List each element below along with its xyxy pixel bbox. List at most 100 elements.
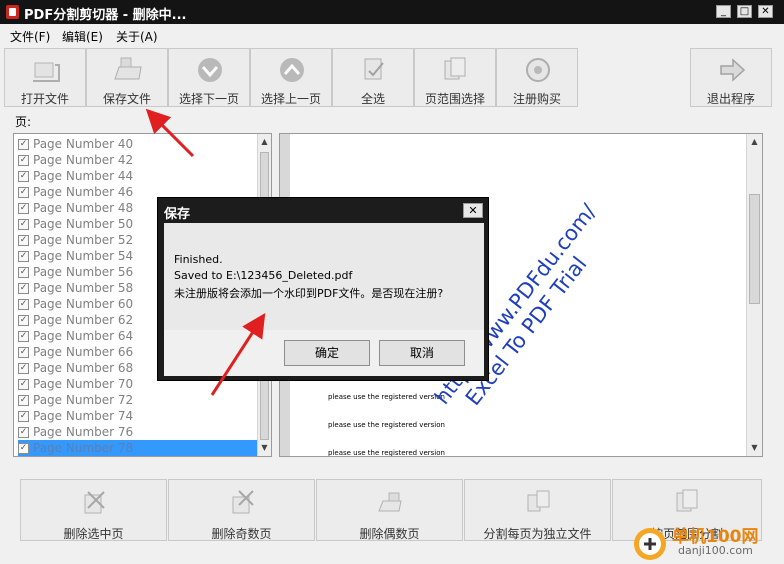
page-list-item[interactable]: ✓ Page Number 74 bbox=[18, 408, 258, 424]
page-checkbox[interactable]: ✓ bbox=[18, 411, 29, 422]
exit-button[interactable]: 退出程序 bbox=[690, 48, 772, 107]
page-list-item[interactable]: ✓ Page Number 78 bbox=[18, 440, 258, 456]
app-icon bbox=[6, 5, 19, 19]
page-list-item-label: Page Number 48 bbox=[33, 201, 134, 215]
page-range-button[interactable]: 页范围选择 bbox=[414, 48, 496, 107]
page-list-item-label: Page Number 70 bbox=[33, 377, 134, 391]
dialog-title: 保存 bbox=[164, 207, 191, 222]
select-next-page-label: 选择下一页 bbox=[178, 92, 239, 106]
register-icon bbox=[526, 58, 550, 82]
dialog-body: Finished. Saved to E:\123456_Deleted.pdf… bbox=[164, 223, 484, 376]
open-file-icon bbox=[33, 62, 60, 82]
page-list-item-label: Page Number 54 bbox=[33, 249, 134, 263]
preview-scrollbar[interactable]: ▲ ▼ bbox=[746, 134, 762, 456]
register-button[interactable]: 注册购买 bbox=[496, 48, 578, 107]
page-list-item-label: Page Number 46 bbox=[33, 185, 134, 199]
page-checkbox[interactable]: ✓ bbox=[18, 235, 29, 246]
select-all-label: 全选 bbox=[360, 92, 385, 106]
page-list-item-label: Page Number 64 bbox=[33, 329, 134, 343]
page-checkbox[interactable]: ✓ bbox=[18, 427, 29, 438]
page-list-item-label: Page Number 62 bbox=[33, 313, 134, 327]
window-title: PDF分割剪切器 - 删除中... bbox=[24, 8, 187, 23]
page-checkbox[interactable]: ✓ bbox=[18, 395, 29, 406]
page-checkbox[interactable]: ✓ bbox=[18, 347, 29, 358]
page-list-item-label: Page Number 44 bbox=[33, 169, 134, 183]
scroll-up-icon[interactable]: ▲ bbox=[258, 134, 271, 150]
page-checkbox[interactable]: ✓ bbox=[18, 283, 29, 294]
page-list-item-label: Page Number 68 bbox=[33, 361, 134, 375]
delete-selected-label: 删除选中页 bbox=[63, 527, 124, 541]
select-all-icon bbox=[364, 58, 384, 80]
menu-edit[interactable]: 编辑(E) bbox=[62, 28, 103, 45]
preview-scroll-thumb[interactable] bbox=[749, 194, 760, 304]
page-checkbox[interactable]: ✓ bbox=[18, 331, 29, 342]
scroll-down-icon[interactable]: ▼ bbox=[258, 440, 271, 456]
page-list-item-label: Page Number 74 bbox=[33, 409, 134, 423]
page-list-item[interactable]: ✓ Page Number 44 bbox=[18, 168, 258, 184]
page-list-item-label: Page Number 60 bbox=[33, 297, 134, 311]
page-list-item[interactable]: ✓ Page Number 42 bbox=[18, 152, 258, 168]
page-list-item[interactable]: ✓ Page Number 76 bbox=[18, 424, 258, 440]
delete-odd-icon bbox=[232, 490, 254, 514]
page-checkbox[interactable]: ✓ bbox=[18, 251, 29, 262]
page-checkbox[interactable]: ✓ bbox=[18, 315, 29, 326]
save-file-button[interactable]: 保存文件 bbox=[86, 48, 168, 107]
page-checkbox[interactable]: ✓ bbox=[18, 187, 29, 198]
delete-odd-button[interactable]: 删除奇数页 bbox=[168, 479, 315, 541]
page-list-item[interactable]: ✓ Page Number 40 bbox=[18, 136, 258, 152]
split-range-icon bbox=[676, 489, 698, 512]
register-notice: please use the registered version bbox=[328, 449, 445, 457]
close-window-button[interactable]: ✕ bbox=[758, 5, 773, 18]
ok-button[interactable]: 确定 bbox=[284, 340, 370, 366]
site-logo-icon bbox=[634, 528, 666, 560]
register-label: 注册购买 bbox=[512, 92, 561, 106]
page-list-item-label: Page Number 76 bbox=[33, 425, 134, 439]
open-file-button[interactable]: 打开文件 bbox=[4, 48, 86, 107]
preview-scroll-up-icon[interactable]: ▲ bbox=[747, 134, 762, 150]
page-list-item-label: Page Number 42 bbox=[33, 153, 134, 167]
page-checkbox[interactable]: ✓ bbox=[18, 267, 29, 278]
page-list-item-label: Page Number 78 bbox=[33, 441, 134, 455]
preview-scroll-down-icon[interactable]: ▼ bbox=[747, 440, 762, 456]
page-checkbox[interactable]: ✓ bbox=[18, 219, 29, 230]
pages-label: 页: bbox=[15, 115, 32, 129]
page-checkbox[interactable]: ✓ bbox=[18, 379, 29, 390]
page-checkbox[interactable]: ✓ bbox=[18, 363, 29, 374]
select-next-page-button[interactable]: 选择下一页 bbox=[168, 48, 250, 107]
page-checkbox[interactable]: ✓ bbox=[18, 171, 29, 182]
page-checkbox[interactable]: ✓ bbox=[18, 443, 29, 454]
delete-selected-button[interactable]: 删除选中页 bbox=[20, 479, 167, 541]
split-pages-icon bbox=[527, 490, 550, 512]
delete-even-button[interactable]: 删除偶数页 bbox=[316, 479, 463, 541]
select-prev-page-icon bbox=[280, 58, 304, 82]
title-bar: PDF分割剪切器 - 删除中... _ □ ✕ bbox=[0, 0, 784, 24]
select-all-button[interactable]: 全选 bbox=[332, 48, 414, 107]
exit-label: 退出程序 bbox=[706, 92, 755, 106]
page-list-item-label: Page Number 56 bbox=[33, 265, 134, 279]
menu-about[interactable]: 关于(A) bbox=[116, 28, 158, 45]
page-list-item[interactable]: ✓ Page Number 72 bbox=[18, 392, 258, 408]
dialog-message-saved-path: Saved to E:\123456_Deleted.pdf bbox=[174, 269, 353, 282]
page-list-item-label: Page Number 66 bbox=[33, 345, 134, 359]
page-checkbox[interactable]: ✓ bbox=[18, 299, 29, 310]
delete-odd-label: 删除奇数页 bbox=[211, 527, 272, 541]
dialog-close-button[interactable]: ✕ bbox=[463, 203, 483, 218]
page-list-item-label: Page Number 52 bbox=[33, 233, 134, 247]
split-pages-button[interactable]: 分割每页为独立文件 bbox=[464, 479, 611, 541]
page-checkbox[interactable]: ✓ bbox=[18, 203, 29, 214]
delete-selected-icon bbox=[84, 491, 105, 514]
select-prev-page-button[interactable]: 选择上一页 bbox=[250, 48, 332, 107]
page-checkbox[interactable]: ✓ bbox=[18, 155, 29, 166]
split-pages-label: 分割每页为独立文件 bbox=[483, 527, 592, 541]
save-file-icon bbox=[114, 57, 142, 80]
menu-file[interactable]: 文件(F) bbox=[10, 28, 50, 45]
cancel-button[interactable]: 取消 bbox=[379, 340, 465, 366]
delete-even-label: 删除偶数页 bbox=[359, 527, 420, 541]
page-list-item-label: Page Number 40 bbox=[33, 137, 134, 151]
minimize-button[interactable]: _ bbox=[716, 5, 731, 18]
maximize-button[interactable]: □ bbox=[737, 5, 752, 18]
page-checkbox[interactable]: ✓ bbox=[18, 139, 29, 150]
select-prev-page-label: 选择上一页 bbox=[260, 92, 321, 106]
dialog-message-area: Finished. Saved to E:\123456_Deleted.pdf… bbox=[164, 223, 484, 330]
site-url: danji100.com bbox=[678, 544, 753, 557]
